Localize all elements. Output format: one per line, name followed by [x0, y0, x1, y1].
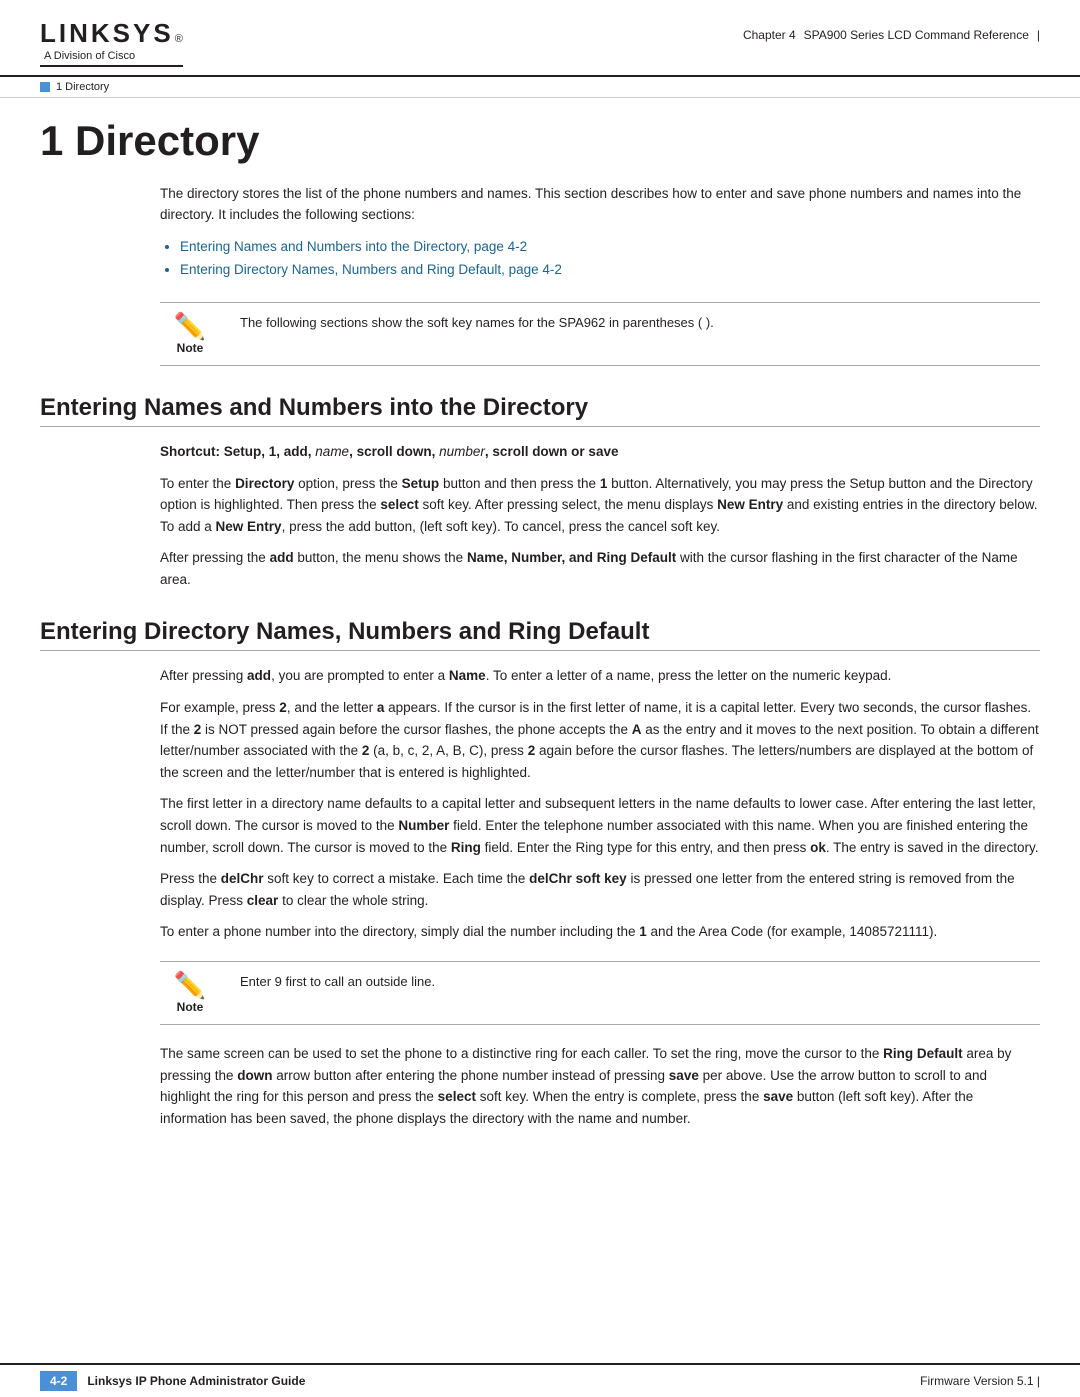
footer-left: 4-2 Linksys IP Phone Administrator Guide	[40, 1371, 305, 1391]
logo: LINKSYS® A Division of Cisco	[40, 18, 183, 67]
section1-para-2: After pressing the add button, the menu …	[160, 547, 1040, 590]
section2-continued-content: The same screen can be used to set the p…	[160, 1043, 1040, 1129]
intro-section: The directory stores the list of the pho…	[160, 184, 1040, 282]
header-chapter-info: Chapter 4 SPA900 Series LCD Command Refe…	[743, 18, 1040, 42]
section1-heading: Entering Names and Numbers into the Dire…	[40, 394, 1040, 427]
intro-link-1[interactable]: Entering Names and Numbers into the Dire…	[180, 239, 527, 254]
footer-guide-title: Linksys IP Phone Administrator Guide	[87, 1374, 305, 1388]
list-item[interactable]: Entering Names and Numbers into the Dire…	[180, 236, 1040, 259]
section2-para-1: After pressing add, you are prompted to …	[160, 665, 1040, 687]
shortcut-line: Shortcut: Setup, 1, add, name, scroll do…	[160, 441, 1040, 463]
note-text-1: The following sections show the soft key…	[240, 313, 714, 333]
section2-continued-para-1: The same screen can be used to set the p…	[160, 1043, 1040, 1129]
note-icon-area-2: ✏️ Note	[160, 972, 220, 1014]
page-header: LINKSYS® A Division of Cisco Chapter 4 S…	[0, 0, 1080, 77]
logo-underline	[40, 65, 183, 67]
section1-para-1: To enter the Directory option, press the…	[160, 473, 1040, 538]
breadcrumb: 1 Directory	[0, 77, 1080, 98]
chapter-title-short: SPA900 Series LCD Command Reference	[804, 28, 1029, 42]
intro-link-2[interactable]: Entering Directory Names, Numbers and Ri…	[180, 262, 562, 277]
footer-firmware-label: Firmware Version 5.1	[920, 1374, 1033, 1388]
page-title: 1 Directory	[40, 118, 1040, 164]
page-footer: 4-2 Linksys IP Phone Administrator Guide…	[0, 1363, 1080, 1397]
section2-para-5: To enter a phone number into the directo…	[160, 921, 1040, 943]
note-box-2: ✏️ Note Enter 9 first to call an outside…	[160, 961, 1040, 1025]
note-pencil-icon-1: ✏️	[174, 313, 206, 339]
breadcrumb-icon	[40, 82, 50, 92]
logo-reg: ®	[175, 33, 183, 45]
logo-name: LINKSYS	[40, 18, 174, 49]
section2-para-2: For example, press 2, and the letter a a…	[160, 697, 1040, 783]
footer-page-badge: 4-2	[40, 1371, 77, 1391]
intro-paragraph: The directory stores the list of the pho…	[160, 184, 1040, 226]
note-pencil-icon-2: ✏️	[174, 972, 206, 998]
section2-heading: Entering Directory Names, Numbers and Ri…	[40, 618, 1040, 651]
chapter-label: Chapter 4	[743, 28, 796, 42]
logo-division: A Division of Cisco	[44, 50, 183, 62]
footer-right-separator: |	[1037, 1374, 1040, 1388]
note-label-2: Note	[177, 1000, 204, 1014]
list-item[interactable]: Entering Directory Names, Numbers and Ri…	[180, 259, 1040, 282]
section2-content: After pressing add, you are prompted to …	[160, 665, 1040, 943]
section2-para-3: The first letter in a directory name def…	[160, 793, 1040, 858]
intro-links-list: Entering Names and Numbers into the Dire…	[180, 236, 1040, 282]
breadcrumb-text: 1 Directory	[56, 81, 109, 93]
note-icon-area-1: ✏️ Note	[160, 313, 220, 355]
section1-content: Shortcut: Setup, 1, add, name, scroll do…	[160, 441, 1040, 591]
section2-para-4: Press the delChr soft key to correct a m…	[160, 868, 1040, 911]
main-content: 1 Directory The directory stores the lis…	[0, 98, 1080, 1179]
header-separator: |	[1037, 28, 1040, 42]
note-text-2: Enter 9 first to call an outside line.	[240, 972, 435, 992]
footer-right: Firmware Version 5.1 |	[920, 1374, 1040, 1388]
note-box-1: ✏️ Note The following sections show the …	[160, 302, 1040, 366]
note-label-1: Note	[177, 341, 204, 355]
